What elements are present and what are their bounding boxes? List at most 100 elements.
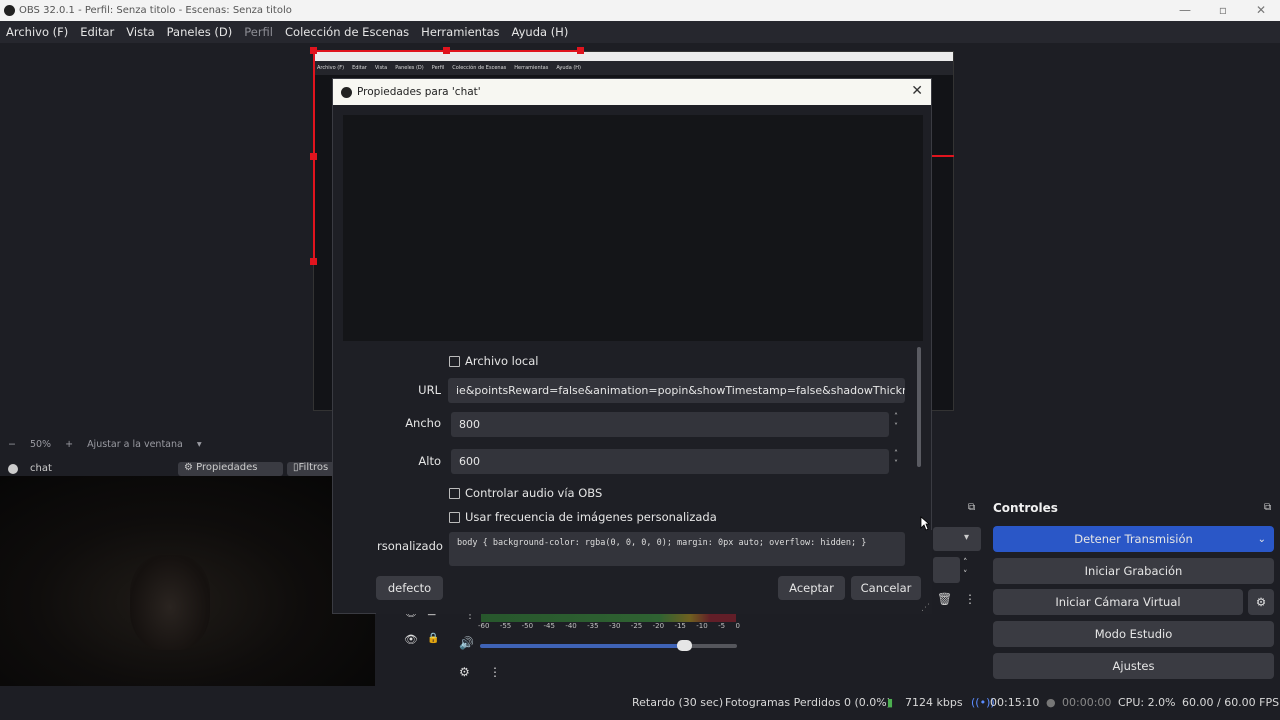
speaker-icon[interactable]: 🔊 [459,636,474,650]
dialog-scrollbar[interactable] [917,347,921,467]
webcam-person [130,555,210,650]
zoom-out-button[interactable]: − [8,439,16,450]
selection-handle-tl[interactable] [310,47,317,54]
source-properties-button[interactable]: ⚙ Propiedades [178,462,283,476]
trash-icon[interactable]: 🗑 [937,592,952,606]
studio-mode-label: Modo Estudio [1094,627,1173,641]
usar-frecuencia-checkbox[interactable] [449,512,460,523]
globe-icon [8,464,18,474]
menu-herramientas[interactable]: Herramientas [421,25,499,39]
meter-tick-label: -55 [499,622,512,630]
selection-handle-ml[interactable] [310,153,317,160]
zoom-in-button[interactable]: + [65,439,73,450]
status-delay: Retardo (30 sec) [632,696,724,709]
menu-paneles[interactable]: Paneles (D) [167,25,233,39]
meter-tick-label: -5 [718,622,726,630]
start-recording-button[interactable]: Iniciar Grabación [993,558,1274,584]
menu-editar[interactable]: Editar [80,25,114,39]
meter-tick-label: -10 [696,622,708,630]
alto-label: Alto [418,454,441,468]
defaults-button[interactable]: defecto [376,576,443,600]
transition-menu-icon[interactable]: ⋮ [964,592,976,606]
audio-level-meter [481,614,736,622]
nested-menu-paneles: Paneles (D) [395,65,424,71]
selection-handle-bl[interactable] [310,258,317,265]
stop-streaming-label: Detener Transmisión [1074,532,1193,546]
obs-logo-icon [341,86,352,98]
meter-tick-label: -60 [478,622,490,630]
menu-archivo[interactable]: Archivo (F) [6,25,68,39]
window-title: OBS 32.0.1 - Perfil: Senza titolo - Esce… [19,5,292,16]
selection-handle-tr[interactable] [577,47,584,54]
url-input[interactable]: ie&pointsReward=false&animation=popin&sh… [448,378,905,403]
dialog-title: Propiedades para 'chat' [357,86,481,98]
virtual-camera-settings-button[interactable]: ⚙ [1248,589,1274,615]
transition-duration-field[interactable] [933,557,960,583]
dialog-preview [343,115,923,341]
nested-obs-menubar: Archivo (F) Editar Vista Paneles (D) Per… [314,61,953,75]
meter-tick-label: 0 [735,622,740,630]
controls-header: Controles [993,501,1058,515]
status-record-time: 00:00:00 [1062,696,1112,709]
nested-menu-perfil: Perfil [431,65,445,71]
cancel-button[interactable]: Cancelar [851,576,921,600]
mixer-menu-icon[interactable]: ⋮ [489,665,501,679]
ancho-input[interactable]: 800 [451,412,889,437]
volume-slider-track[interactable] [685,644,737,648]
nested-menu-herramientas: Herramientas [514,65,549,71]
nested-menu-editar: Editar [352,65,367,71]
selection-handle-tm[interactable] [443,47,450,54]
meter-tick-labels: -60 -55 -50 -45 -40 -35 -30 -25 -20 -15 -10 -5 0 [478,622,740,632]
mixer-settings-icon[interactable]: ⚙ [459,665,470,679]
archivo-local-label: Archivo local [465,354,539,368]
resize-grip-icon[interactable]: ⋰ [921,603,930,613]
meter-tick-label: -15 [674,622,686,630]
volume-slider-knob[interactable] [677,640,692,651]
meter-tick-label: -20 [652,622,665,630]
chevron-down-icon[interactable]: ▾ [964,532,969,543]
menu-perfil[interactable]: Perfil [244,25,273,39]
minimize-button[interactable]: — [1166,0,1204,21]
accept-button[interactable]: Aceptar [778,576,845,600]
alto-spinner[interactable]: ˄ ˅ [889,449,903,474]
defaults-label: defecto [387,581,432,595]
status-stream-time: 00:15:10 [990,696,1040,709]
fit-window-dropdown[interactable]: Ajustar a la ventana [87,439,183,450]
source-toolbar: chat ⚙ Propiedades ▯Filtros [0,462,380,476]
menu-ayuda[interactable]: Ayuda (H) [512,25,569,39]
window-titlebar: OBS 32.0.1 - Perfil: Senza titolo - Esce… [0,0,1280,21]
status-fps: 60.00 / 60.00 FPS [1182,696,1280,709]
maximize-button[interactable]: ▫ [1204,0,1242,21]
duration-spinner-icon[interactable]: ˄ ˅ [963,557,968,581]
controls-undock-icon[interactable]: ⧉ [1264,502,1271,513]
start-virtual-camera-label: Iniciar Cámara Virtual [1055,595,1181,609]
transition-select[interactable] [933,527,981,551]
record-icon: ● [1046,696,1056,709]
meter-tick-label: -50 [521,622,534,630]
meter-tick-label: -30 [608,622,621,630]
studio-mode-button[interactable]: Modo Estudio [993,621,1274,647]
chevron-down-icon[interactable]: ⌄ [1258,534,1266,545]
archivo-local-checkbox[interactable] [449,356,460,367]
custom-css-input[interactable]: body { background-color: rgba(0, 0, 0, 0… [449,532,905,566]
chevron-down-icon[interactable]: ▾ [197,439,202,450]
lock-icon[interactable]: 🔒 [427,633,439,644]
settings-button[interactable]: Ajustes [993,653,1274,679]
meter-tick-label: -45 [543,622,555,630]
eye-icon[interactable]: 👁 [404,633,418,646]
controlar-audio-checkbox[interactable] [449,488,460,499]
accept-label: Aceptar [789,581,834,595]
close-window-button[interactable]: ✕ [1242,0,1280,21]
stop-streaming-button[interactable]: Detener Transmisión ⌄ [993,526,1274,552]
transitions-undock-icon[interactable]: ⧉ [968,502,975,513]
menu-vista[interactable]: Vista [126,25,154,39]
menu-bar: Archivo (F) Editar Vista Paneles (D) Per… [0,21,1280,43]
close-icon[interactable]: ✕ [911,83,923,99]
meter-tick-label: -35 [587,622,599,630]
alto-input[interactable]: 600 [451,449,889,474]
menu-coleccion-escenas[interactable]: Colección de Escenas [285,25,409,39]
volume-slider-fill[interactable] [480,644,685,648]
ancho-spinner[interactable]: ˄ ˅ [889,412,903,437]
start-virtual-camera-button[interactable]: Iniciar Cámara Virtual [993,589,1243,615]
meter-tick-label: -40 [565,622,577,630]
